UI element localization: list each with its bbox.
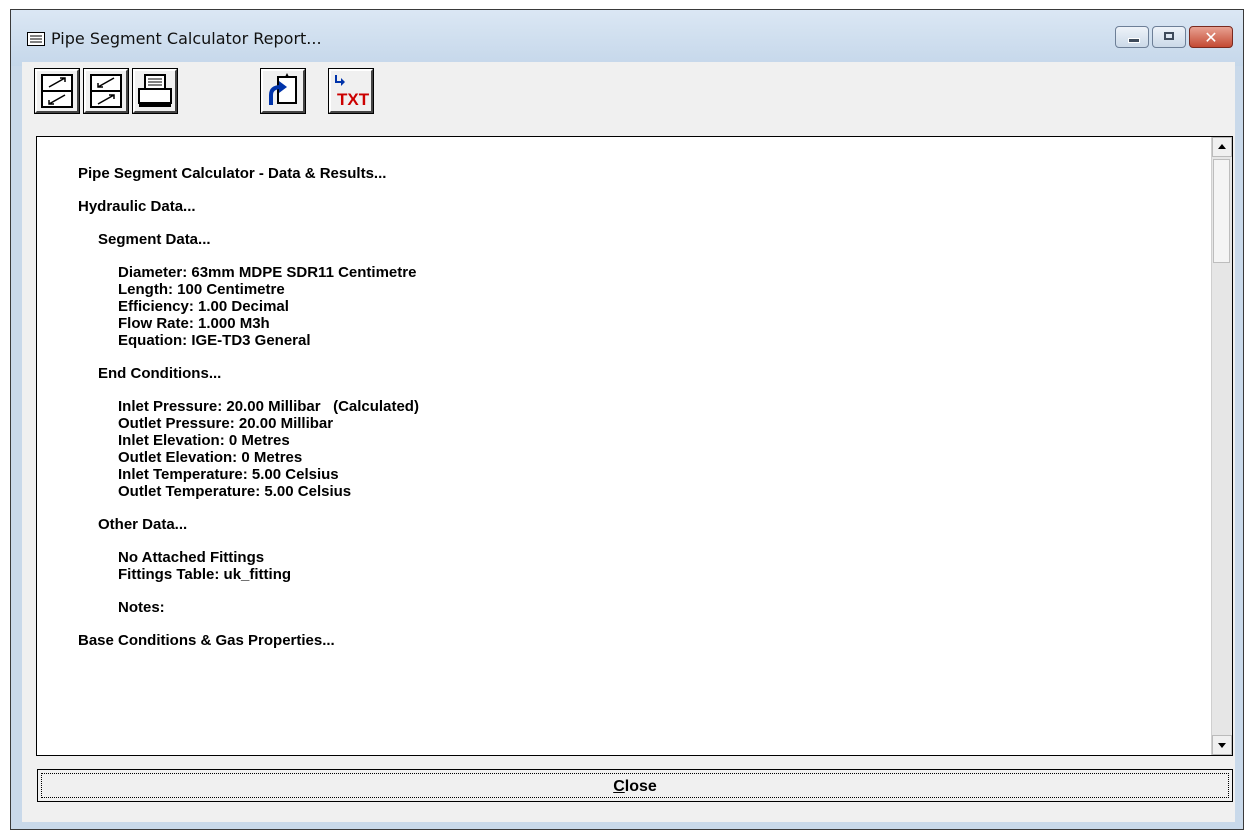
export-txt-label: TXT <box>337 90 369 109</box>
expand-all-icon <box>41 74 73 108</box>
expand-all-button[interactable] <box>34 68 80 114</box>
chevron-down-icon <box>1218 743 1226 748</box>
hydraulic-heading: Hydraulic Data... <box>78 198 196 215</box>
export-txt-button[interactable]: TXT <box>328 68 374 114</box>
close-button-focus: Close <box>41 773 1229 798</box>
segment-line: Efficiency: 1.00 Decimal <box>118 298 289 315</box>
segment-line: Length: 100 Centimetre <box>118 281 285 298</box>
chevron-up-icon <box>1218 144 1226 149</box>
maximize-icon <box>1164 32 1174 40</box>
collapse-all-button[interactable] <box>83 68 129 114</box>
window-title: Pipe Segment Calculator Report... <box>51 29 322 48</box>
close-button[interactable]: Close <box>37 769 1233 802</box>
export-icon <box>269 73 297 105</box>
maximize-button[interactable] <box>1152 26 1186 48</box>
title-bar[interactable]: Pipe Segment Calculator Report... ✕ <box>11 10 1243 66</box>
end-line: Outlet Pressure: 20.00 Millibar <box>118 415 334 432</box>
close-window-button[interactable]: ✕ <box>1189 26 1233 48</box>
vertical-scrollbar[interactable] <box>1211 137 1232 755</box>
report-content: Pipe Segment Calculator - Data & Results… <box>78 165 419 649</box>
other-line: Fittings Table: uk_fitting <box>118 566 292 583</box>
toolbar: TXT <box>22 62 1235 130</box>
close-label: lose <box>624 778 657 795</box>
scroll-up-button[interactable] <box>1212 137 1232 157</box>
close-icon: ✕ <box>1204 28 1218 47</box>
export-txt-icon: TXT <box>335 75 369 109</box>
end-line: Inlet Elevation: 0 Metres <box>118 432 290 449</box>
report-window: Pipe Segment Calculator Report... ✕ TXT … <box>10 9 1244 830</box>
notes-label: Notes: <box>118 599 165 616</box>
scroll-down-button[interactable] <box>1212 735 1232 755</box>
segment-line: Flow Rate: 1.000 M3h <box>118 315 270 332</box>
minimize-button[interactable] <box>1115 26 1149 48</box>
report-view[interactable]: Pipe Segment Calculator - Data & Results… <box>36 136 1233 756</box>
client-area: TXT Pipe Segment Calculator - Data & Res… <box>22 62 1235 822</box>
end-conditions-heading: End Conditions... <box>98 365 222 382</box>
print-icon <box>138 74 172 107</box>
end-line: Outlet Temperature: 5.00 Celsius <box>118 483 352 500</box>
report-title: Pipe Segment Calculator - Data & Results… <box>78 165 387 182</box>
other-data-heading: Other Data... <box>98 516 188 533</box>
end-line: Inlet Pressure: 20.00 Millibar (Calculat… <box>118 398 419 415</box>
collapse-all-icon <box>90 74 122 108</box>
window-menu-icon[interactable] <box>27 32 45 46</box>
other-line: No Attached Fittings <box>118 549 265 566</box>
end-line: Outlet Elevation: 0 Metres <box>118 449 303 466</box>
export-button[interactable] <box>260 68 306 114</box>
print-button[interactable] <box>132 68 178 114</box>
end-line: Inlet Temperature: 5.00 Celsius <box>118 466 339 483</box>
scroll-thumb[interactable] <box>1213 159 1230 263</box>
segment-line: Equation: IGE-TD3 General <box>118 332 311 349</box>
close-mnemonic: C <box>613 778 625 795</box>
base-conditions-heading: Base Conditions & Gas Properties... <box>78 632 335 649</box>
minimize-icon <box>1128 38 1140 43</box>
segment-heading: Segment Data... <box>98 231 211 248</box>
segment-line: Diameter: 63mm MDPE SDR11 Centimetre <box>118 264 417 281</box>
